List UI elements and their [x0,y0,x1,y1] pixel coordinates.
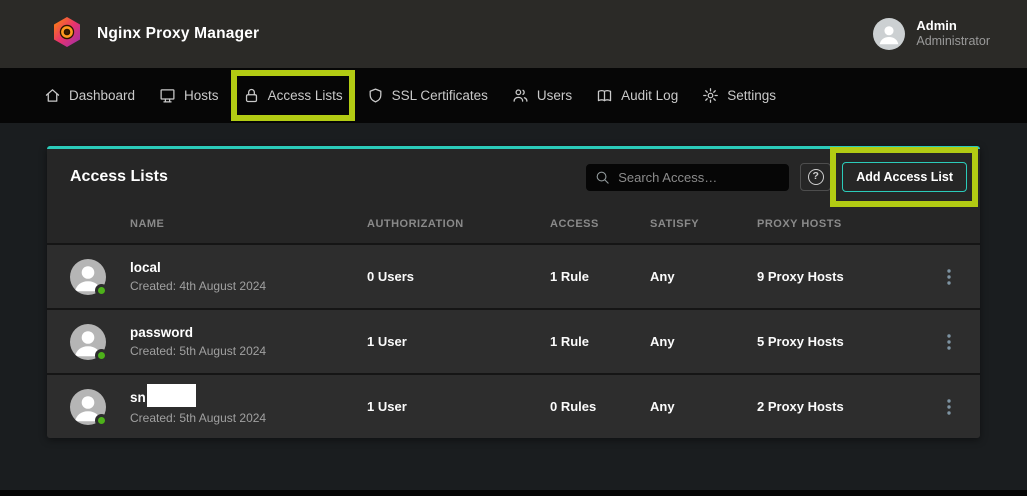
authorization-value: 1 User [367,399,550,414]
shield-icon [367,87,384,104]
access-list-name: password [130,325,193,340]
kebab-icon [947,269,951,285]
access-lists-panel: Access Lists ? Add Access List Name Auth… [47,146,980,438]
satisfy-value: Any [650,399,757,414]
kebab-icon [947,334,951,350]
created-date: Created: 5th August 2024 [130,411,367,425]
nav-item-audit-log[interactable]: Audit Log [596,87,678,104]
access-list-name: sn [130,390,146,405]
proxy-hosts-value: 2 Proxy Hosts [757,399,937,414]
app-header: Nginx Proxy Manager Admin Administrator [0,0,1027,68]
row-actions-menu[interactable] [941,330,957,354]
monitor-icon [159,87,176,104]
nav-item-hosts[interactable]: Hosts [159,87,219,104]
status-dot [95,284,108,297]
table-row[interactable]: password Created: 5th August 2024 1 User… [47,308,980,373]
lock-icon [243,87,260,104]
book-icon [596,87,613,104]
nav-item-access-lists[interactable]: Access Lists [243,87,343,104]
user-menu[interactable]: Admin Administrator [873,18,990,50]
nav-item-settings[interactable]: Settings [702,87,776,104]
user-role: Administrator [916,34,990,50]
row-actions-menu[interactable] [941,395,957,419]
nav-item-dashboard[interactable]: Dashboard [44,87,135,104]
table-row[interactable]: local Created: 4th August 2024 0 Users 1… [47,243,980,308]
panel-tools: ? Add Access List [586,162,967,192]
row-avatar [70,389,106,425]
authorization-value: 1 User [367,334,550,349]
created-date: Created: 4th August 2024 [130,279,367,293]
search-icon [595,170,610,185]
access-list-name: local [130,260,161,275]
column-header-access: Access [550,218,650,230]
search-input[interactable] [586,164,789,191]
authorization-value: 0 Users [367,269,550,284]
created-date: Created: 5th August 2024 [130,344,367,358]
users-icon [512,87,529,104]
search-box [586,164,789,191]
gear-icon [702,87,719,104]
row-avatar [70,324,106,360]
panel-title: Access Lists [70,168,168,186]
nav-item-users[interactable]: Users [512,87,572,104]
help-button[interactable]: ? [800,163,831,191]
proxy-hosts-value: 9 Proxy Hosts [757,269,937,284]
kebab-icon [947,399,951,415]
table-header: Name Authorization Access Satisfy Proxy … [47,205,980,243]
user-avatar [873,18,905,50]
satisfy-value: Any [650,334,757,349]
satisfy-value: Any [650,269,757,284]
access-value: 1 Rule [550,334,650,349]
brand[interactable]: Nginx Proxy Manager [50,15,259,54]
proxy-hosts-value: 5 Proxy Hosts [757,334,937,349]
column-header-satisfy: Satisfy [650,218,757,230]
column-header-proxy-hosts: Proxy Hosts [757,218,937,230]
user-name: Admin [916,18,990,34]
help-icon: ? [808,169,824,185]
page: { "header": { "app_title": "Nginx Proxy … [0,0,1027,496]
main-nav: Dashboard Hosts Access Lists SSL Certifi… [0,68,1027,123]
home-icon [44,87,61,104]
column-header-name: Name [130,218,367,230]
access-value: 0 Rules [550,399,650,414]
add-access-list-button[interactable]: Add Access List [842,162,967,192]
status-dot [95,414,108,427]
nav-item-ssl-certificates[interactable]: SSL Certificates [367,87,488,104]
content: Access Lists ? Add Access List Name Auth… [0,123,1027,438]
row-avatar [70,259,106,295]
app-logo-icon [50,15,84,54]
table-row[interactable]: sn Created: 5th August 2024 1 User 0 Rul… [47,373,980,438]
column-header-authorization: Authorization [367,218,550,230]
row-actions-menu[interactable] [941,265,957,289]
bottom-strip [0,490,1027,496]
access-value: 1 Rule [550,269,650,284]
status-dot [95,349,108,362]
app-title: Nginx Proxy Manager [97,25,259,43]
redaction-box [147,384,196,407]
panel-header: Access Lists ? Add Access List [47,149,980,205]
